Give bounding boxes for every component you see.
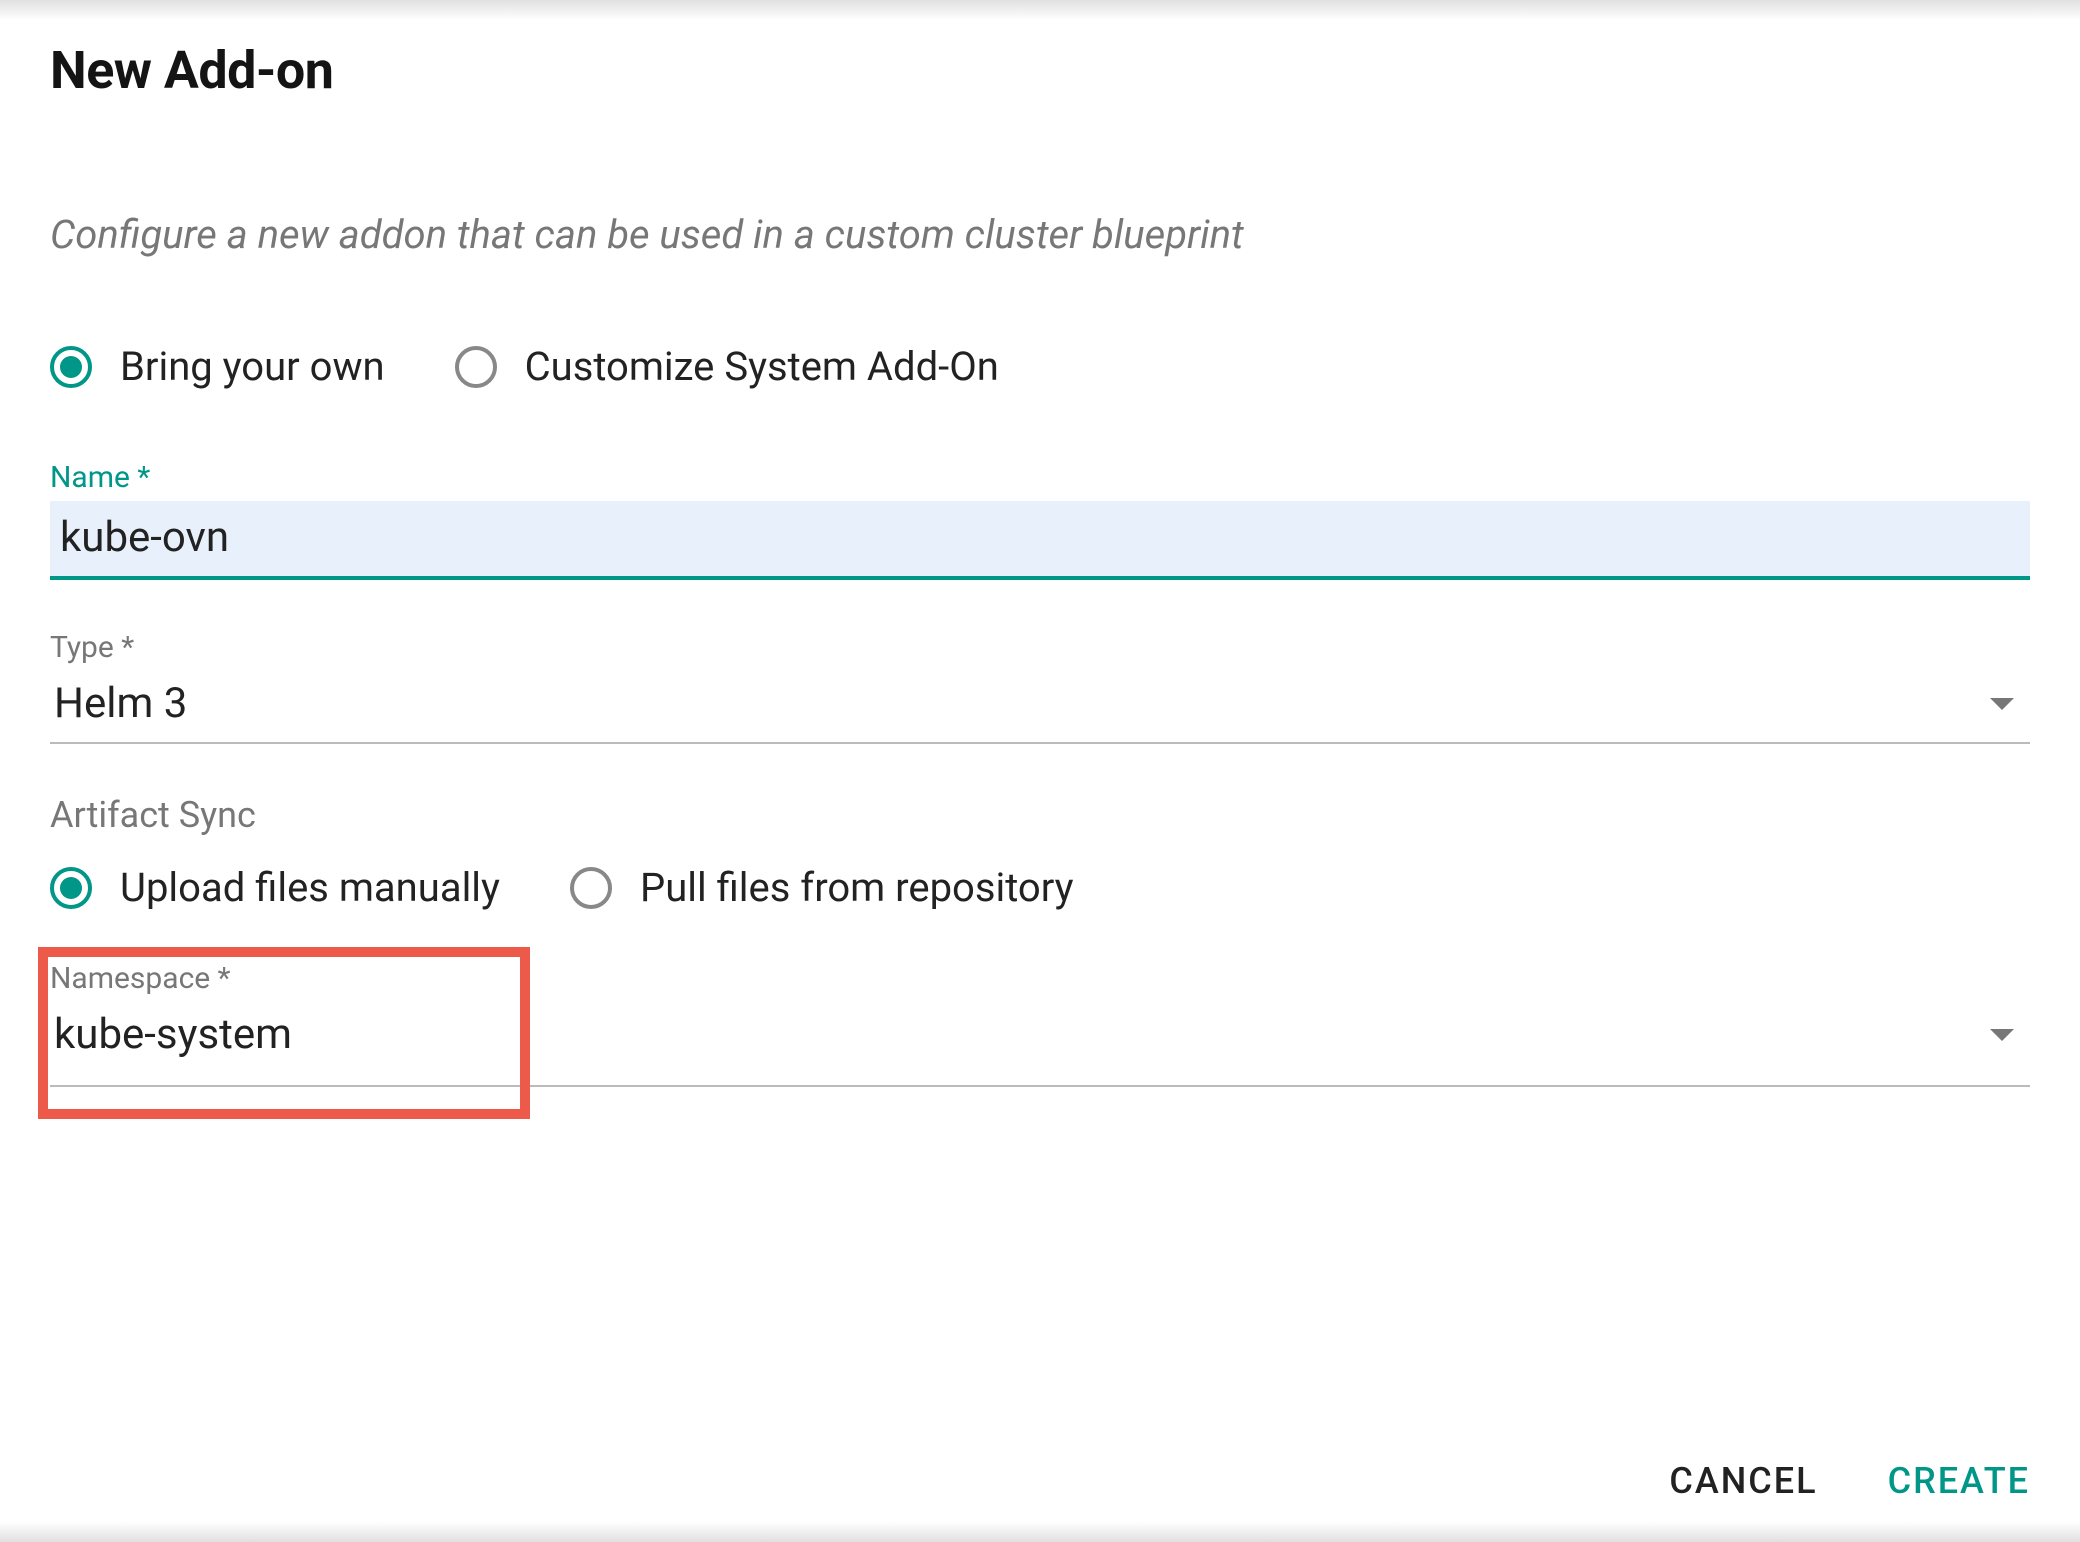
radio-bring-your-own[interactable]: Bring your own bbox=[50, 343, 385, 390]
footer-actions: CANCEL CREATE bbox=[1669, 1460, 2030, 1502]
radio-label: Pull files from repository bbox=[640, 864, 1074, 911]
radio-dot-icon bbox=[60, 877, 82, 899]
namespace-select-value: kube-system bbox=[54, 1010, 292, 1059]
radio-label: Customize System Add-On bbox=[525, 343, 999, 390]
name-input[interactable] bbox=[50, 501, 2030, 580]
artifact-sync-radio-group: Upload files manually Pull files from re… bbox=[50, 864, 2030, 911]
radio-icon bbox=[455, 346, 497, 388]
page-title: New Add-on bbox=[50, 40, 2030, 101]
name-field-label: Name * bbox=[50, 460, 2030, 495]
chevron-down-icon bbox=[1990, 1029, 2014, 1041]
artifact-sync-section: Artifact Sync Upload files manually Pull… bbox=[50, 794, 2030, 911]
name-field-group: Name * bbox=[50, 460, 2030, 580]
chevron-down-icon bbox=[1990, 698, 2014, 710]
type-field-group: Type * Helm 3 bbox=[50, 630, 2030, 744]
namespace-field-label: Namespace * bbox=[50, 961, 2030, 996]
radio-upload-manually[interactable]: Upload files manually bbox=[50, 864, 500, 911]
type-select[interactable]: Helm 3 bbox=[50, 671, 2030, 744]
page-subtitle: Configure a new addon that can be used i… bbox=[50, 211, 2030, 258]
addon-type-radio-group: Bring your own Customize System Add-On bbox=[50, 343, 2030, 390]
radio-icon bbox=[50, 346, 92, 388]
form-container: New Add-on Configure a new addon that ca… bbox=[0, 0, 2080, 1167]
radio-icon bbox=[570, 867, 612, 909]
artifact-sync-label: Artifact Sync bbox=[50, 794, 2030, 836]
shadow-bottom bbox=[0, 1522, 2080, 1542]
namespace-select[interactable]: kube-system bbox=[50, 1002, 2030, 1087]
radio-label: Upload files manually bbox=[120, 864, 500, 911]
create-button[interactable]: CREATE bbox=[1888, 1460, 2030, 1502]
radio-label: Bring your own bbox=[120, 343, 385, 390]
namespace-field-group: Namespace * kube-system bbox=[50, 961, 2030, 1087]
radio-dot-icon bbox=[60, 356, 82, 378]
radio-pull-from-repository[interactable]: Pull files from repository bbox=[570, 864, 1074, 911]
type-field-label: Type * bbox=[50, 630, 2030, 665]
radio-customize-system-addon[interactable]: Customize System Add-On bbox=[455, 343, 999, 390]
cancel-button[interactable]: CANCEL bbox=[1669, 1460, 1817, 1502]
radio-icon bbox=[50, 867, 92, 909]
type-select-value: Helm 3 bbox=[54, 679, 187, 728]
